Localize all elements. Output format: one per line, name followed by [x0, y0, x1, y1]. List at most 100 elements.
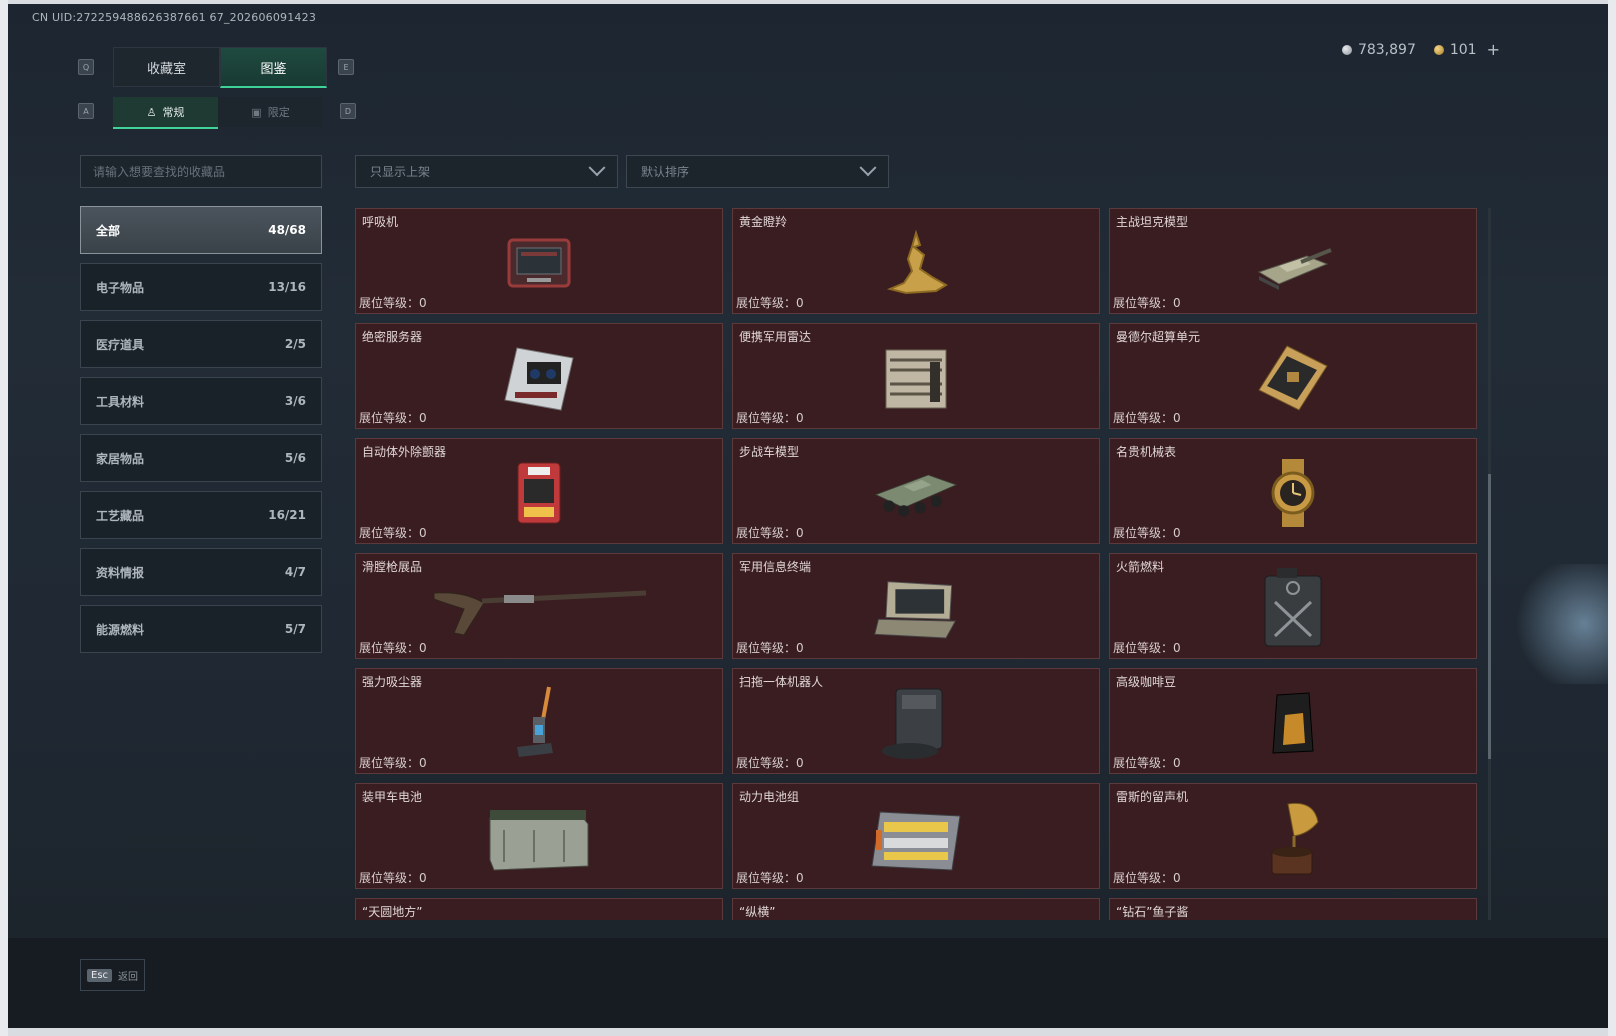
tab-limited-label: 限定 — [267, 106, 290, 119]
item-thumb — [494, 913, 584, 920]
item-level: 展位等级：0 — [359, 871, 427, 885]
item-card[interactable]: 便携军用雷达 展位等级：0 — [732, 323, 1100, 429]
item-level: 展位等级：0 — [1113, 641, 1181, 655]
item-card[interactable]: 雷斯的留声机 展位等级：0 — [1109, 783, 1477, 889]
item-level: 展位等级：0 — [736, 641, 804, 655]
category-count: 2/5 — [284, 337, 306, 351]
collection-window: CN UID:272259488626387661 67_20260609142… — [8, 4, 1608, 1028]
terminal-icon — [871, 568, 961, 648]
server-icon — [494, 338, 584, 418]
item-card[interactable]: 火箭燃料 展位等级：0 — [1109, 553, 1477, 659]
item-card[interactable]: 主战坦克模型 展位等级：0 — [1109, 208, 1477, 314]
key-hint-q: Q — [78, 59, 94, 75]
item-level: 展位等级：0 — [1113, 526, 1181, 540]
chevron-down-icon — [859, 158, 877, 176]
tab-regular[interactable]: ♙ 常规 — [113, 97, 218, 129]
gold-coin-icon — [1433, 44, 1444, 55]
item-card[interactable]: 高级咖啡豆 展位等级：0 — [1109, 668, 1477, 774]
item-card[interactable]: 呼吸机 展位等级：0 — [355, 208, 723, 314]
tab-collection-room[interactable]: 收藏室 — [113, 47, 220, 87]
battery-pack-icon — [861, 798, 971, 878]
item-level: 展位等级：0 — [359, 641, 427, 655]
item-card[interactable]: 强力吸尘器 展位等级：0 — [355, 668, 723, 774]
back-button[interactable]: Esc 返回 — [80, 959, 146, 991]
decorative-glow — [1488, 564, 1608, 684]
key-hint-d: D — [340, 103, 356, 119]
category-all[interactable]: 全部 48/68 — [80, 206, 322, 254]
item-card[interactable]: “钻石”鱼子酱 — [1109, 898, 1477, 920]
search-input[interactable]: 请输入想要查找的收藏品 — [80, 155, 322, 188]
item-card[interactable]: 扫拖一体机器人 展位等级：0 — [732, 668, 1100, 774]
shelf-filter-dropdown[interactable]: 只显示上架 — [355, 155, 618, 188]
category-label: 全部 — [96, 223, 121, 238]
item-grid-viewport: 呼吸机 展位等级：0 黄金瞪羚 展位等级：0 主战坦克模型 展位等级：0 绝密服… — [355, 208, 1479, 920]
item-card[interactable]: 绝密服务器 展位等级：0 — [355, 323, 723, 429]
silver-amount: 783,897 — [1357, 41, 1416, 58]
item-name: 动力电池组 — [739, 790, 800, 804]
category-household[interactable]: 家居物品 5/6 — [80, 434, 322, 482]
item-name: 强力吸尘器 — [362, 675, 423, 689]
currency-bar: 783,897 101 + — [1341, 40, 1500, 59]
category-fuel[interactable]: 能源燃料 5/7 — [80, 605, 322, 653]
category-count: 16/21 — [268, 508, 306, 522]
category-label: 家居物品 — [96, 451, 145, 466]
gold-amount: 101 — [1449, 41, 1477, 58]
category-intel[interactable]: 资料情报 4/7 — [80, 548, 322, 596]
fuel-canister-icon — [1248, 568, 1338, 648]
category-count: 48/68 — [268, 223, 306, 237]
category-electronics[interactable]: 电子物品 13/16 — [80, 263, 322, 311]
category-crafts[interactable]: 工艺藏品 16/21 — [80, 491, 322, 539]
item-card[interactable]: 自动体外除颤器 展位等级：0 — [355, 438, 723, 544]
ifv-model-icon — [871, 453, 961, 533]
item-card[interactable]: 黄金瞪羚 展位等级：0 — [732, 208, 1100, 314]
item-card[interactable]: 装甲车电池 展位等级：0 — [355, 783, 723, 889]
tab-codex[interactable]: 图鉴 — [220, 47, 327, 88]
item-level: 展位等级：0 — [359, 756, 427, 770]
item-card[interactable]: 滑膛枪展品 展位等级：0 — [355, 553, 723, 659]
item-card[interactable]: “纵横” — [732, 898, 1100, 920]
esc-key-badge: Esc — [87, 968, 113, 982]
item-name: 高级咖啡豆 — [1116, 675, 1177, 689]
item-name: 军用信息终端 — [739, 560, 812, 574]
item-level: 展位等级：0 — [736, 526, 804, 540]
item-card[interactable]: 曼德尔超算单元 展位等级：0 — [1109, 323, 1477, 429]
uid-label: CN UID:272259488626387661 67_20260609142… — [32, 11, 317, 24]
watch-icon — [1248, 453, 1338, 533]
item-name: “天圆地方” — [362, 905, 423, 919]
category-medical[interactable]: 医疗道具 2/5 — [80, 320, 322, 368]
item-name: “钻石”鱼子酱 — [1116, 905, 1189, 919]
shelf-filter-label: 只显示上架 — [370, 165, 431, 179]
tab-regular-label: 常规 — [162, 106, 185, 119]
item-name: 黄金瞪羚 — [739, 215, 788, 229]
item-name: 便携军用雷达 — [739, 330, 812, 344]
item-name: 主战坦克模型 — [1116, 215, 1189, 229]
item-name: 绝密服务器 — [362, 330, 423, 344]
sub-tabs: ♙ 常规 ▣ 限定 — [113, 97, 323, 129]
sort-dropdown[interactable]: 默认排序 — [626, 155, 889, 188]
item-card[interactable]: 军用信息终端 展位等级：0 — [732, 553, 1100, 659]
item-card[interactable]: 动力电池组 展位等级：0 — [732, 783, 1100, 889]
category-label: 能源燃料 — [96, 622, 145, 637]
category-tools[interactable]: 工具材料 3/6 — [80, 377, 322, 425]
silver-currency: 783,897 — [1341, 40, 1416, 59]
add-currency-button[interactable]: + — [1487, 40, 1500, 59]
item-name: 自动体外除颤器 — [362, 445, 447, 459]
defibrillator-icon — [494, 453, 584, 533]
item-level: 展位等级：0 — [736, 411, 804, 425]
tab-limited[interactable]: ▣ 限定 — [218, 97, 323, 127]
ventilator-icon — [494, 223, 584, 303]
coffee-bag-icon — [1248, 683, 1338, 763]
category-count: 4/7 — [284, 565, 306, 579]
item-level: 展位等级：0 — [736, 871, 804, 885]
key-hint-a: A — [78, 103, 94, 119]
scrollbar-thumb[interactable] — [1488, 474, 1491, 759]
radar-icon — [871, 338, 961, 418]
regular-icon: ♙ — [146, 105, 157, 119]
item-level: 展位等级：0 — [359, 526, 427, 540]
item-card[interactable]: 名贵机械表 展位等级：0 — [1109, 438, 1477, 544]
item-name: 呼吸机 — [362, 215, 399, 229]
item-card[interactable]: “天圆地方” — [355, 898, 723, 920]
item-level: 展位等级：0 — [736, 756, 804, 770]
sort-label: 默认排序 — [641, 165, 690, 179]
item-card[interactable]: 步战车模型 展位等级：0 — [732, 438, 1100, 544]
